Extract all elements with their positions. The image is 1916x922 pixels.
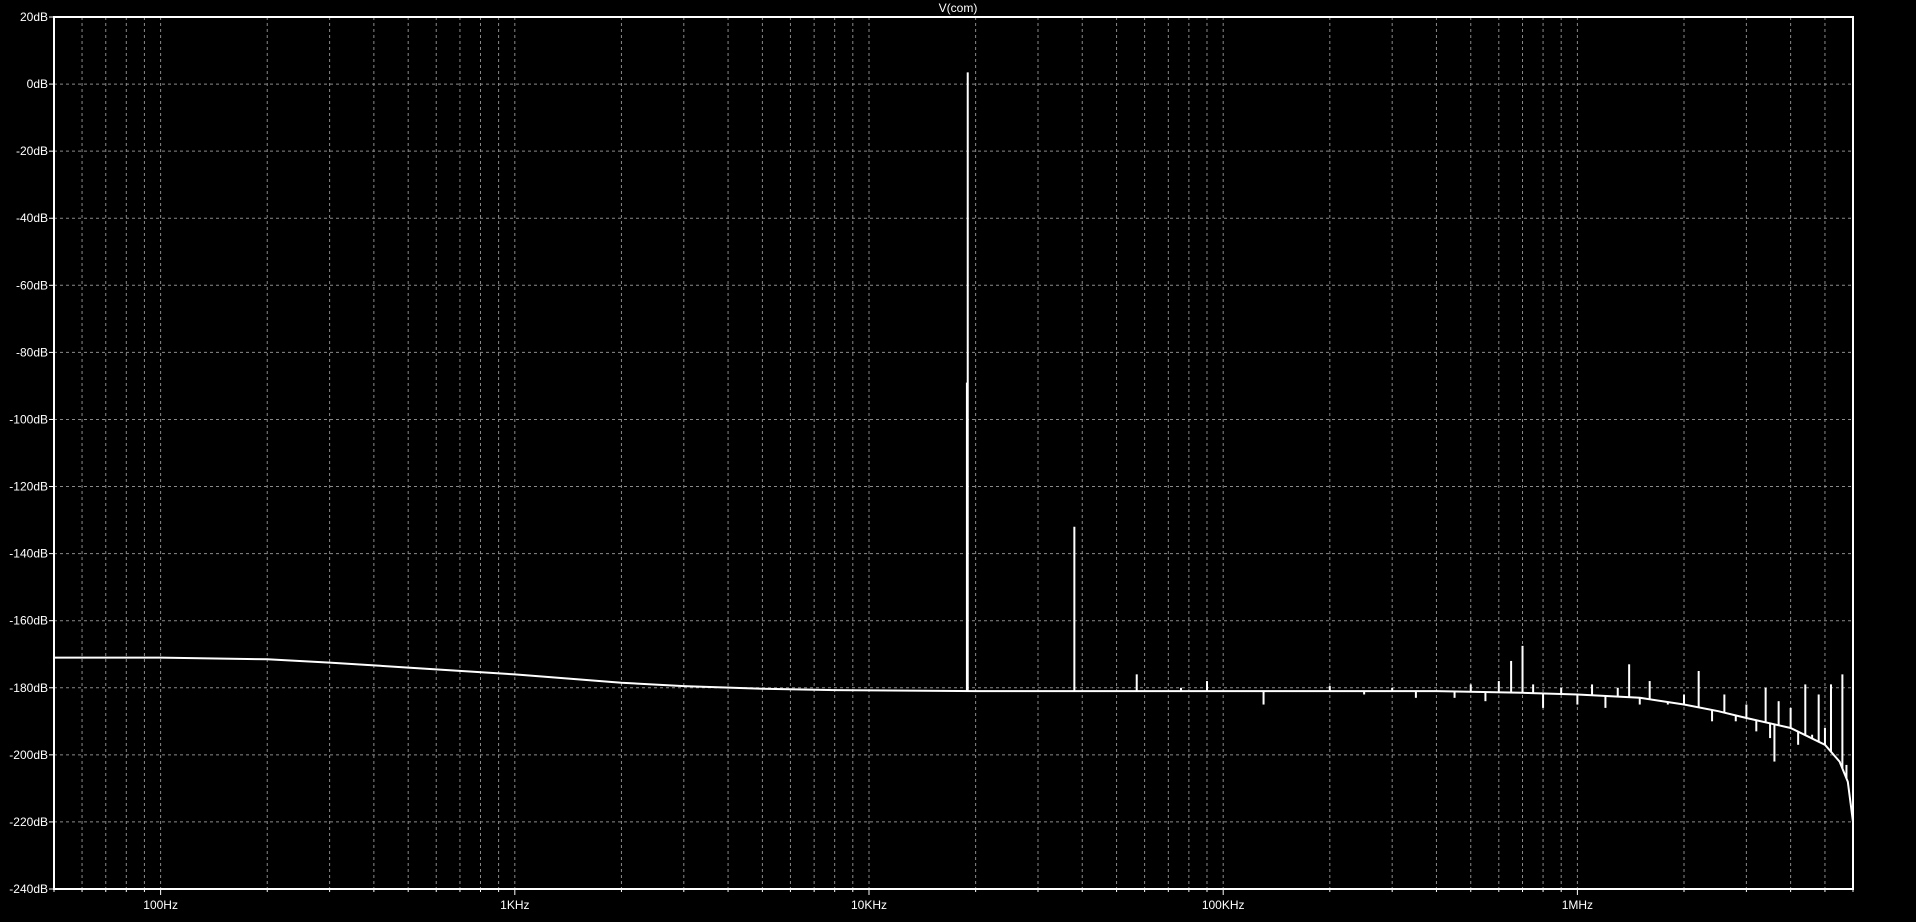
y-axis-ticks: 20dB0dB-20dB-40dB-60dB-80dB-100dB-120dB-…: [9, 10, 48, 896]
x-tick-label: 1MHz: [1562, 898, 1593, 912]
trace-layer: [54, 72, 1854, 823]
y-tick-label: -220dB: [9, 815, 48, 829]
plot-frame: [53, 16, 1854, 890]
trace-title[interactable]: V(com): [0, 1, 1916, 15]
grid-layer: [53, 16, 1854, 890]
x-tick-label: 10KHz: [851, 898, 887, 912]
spectrum-baseline: [54, 656, 1854, 823]
y-tick-label: -60dB: [16, 278, 48, 292]
x-tick-label: 1KHz: [500, 898, 529, 912]
y-tick-label: -140dB: [9, 547, 48, 561]
y-tick-label: -240dB: [9, 882, 48, 896]
x-tick-label: 100Hz: [143, 898, 178, 912]
y-tick-label: -100dB: [9, 412, 48, 426]
y-tick-label: -120dB: [9, 480, 48, 494]
y-tick-label: -40dB: [16, 211, 48, 225]
y-tick-label: -160dB: [9, 614, 48, 628]
x-tick-label: 100KHz: [1202, 898, 1245, 912]
frame-layer: [49, 16, 1854, 895]
plot-window[interactable]: V(com) 20dB 0dB -20dB -40dB -60dB -80dB -100dB…: [0, 0, 1916, 917]
x-axis-ticks: 100Hz 1KHz 10KHz 100KHz 1MHz: [143, 898, 1593, 912]
spectrum-chart[interactable]: 20dB0dB-20dB-40dB-60dB-80dB-100dB-120dB-…: [0, 0, 1916, 917]
y-tick-label: -80dB: [16, 345, 48, 359]
y-tick-label: 0dB: [27, 77, 48, 91]
y-tick-label: -20dB: [16, 144, 48, 158]
y-tick-label: -180dB: [9, 681, 48, 695]
y-tick-label: -200dB: [9, 748, 48, 762]
